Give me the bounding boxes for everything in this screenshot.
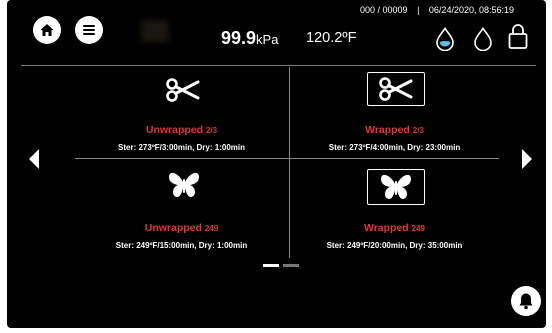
bell-icon: [519, 293, 533, 310]
wrapped-icon-frame: [367, 169, 425, 205]
cycle-title: Unwrapped 249: [75, 222, 288, 234]
cycle-card-unwrapped-instruments[interactable]: Unwrapped 2/3 Ster: 273ºF/3:00min, Dry: …: [75, 67, 288, 157]
butterfly-icon: [381, 174, 411, 199]
cycle-title: Unwrapped 2/3: [75, 124, 288, 136]
scissors-icon: [166, 78, 200, 102]
grid-divider-horizontal: [75, 158, 499, 159]
page-dot[interactable]: [263, 264, 279, 267]
home-icon: [40, 24, 54, 36]
cycle-card-wrapped-instruments[interactable]: Wrapped 2/3 Ster: 273ºF/4:00min, Dry: 23…: [290, 67, 499, 157]
next-page-arrow-icon[interactable]: [520, 148, 534, 170]
cycle-card-unwrapped-delicate[interactable]: Unwrapped 249 Ster: 249ºF/15:00min, Dry:…: [75, 160, 288, 258]
lock-icon[interactable]: [507, 22, 529, 50]
page-indicator: [263, 264, 299, 267]
cycle-card-wrapped-delicate[interactable]: Wrapped 249 Ster: 249ºF/20:00min, Dry: 3…: [290, 160, 499, 258]
water-level-icon[interactable]: [435, 27, 455, 51]
page-dot[interactable]: [283, 264, 299, 267]
pressure-readout: 99.9kPa: [221, 28, 278, 49]
cycle-name: Wrapped: [363, 222, 409, 234]
status-separator: |: [417, 5, 420, 15]
menu-button[interactable]: [75, 16, 103, 44]
cycle-count: 249: [411, 224, 425, 233]
home-button[interactable]: [33, 16, 61, 44]
menu-icon: [83, 25, 95, 35]
cycle-params: Ster: 273ºF/3:00min, Dry: 1:00min: [118, 143, 245, 152]
cycle-title: Wrapped 2/3: [290, 124, 499, 136]
cycle-name: Unwrapped: [145, 124, 204, 136]
header-divider: [21, 65, 536, 66]
water-drop-icon[interactable]: [473, 27, 493, 51]
status-indicator: [141, 20, 169, 42]
temperature-readout: 120.2ºF: [306, 30, 357, 46]
butterfly-icon: [169, 172, 199, 197]
wrapped-icon-frame: [367, 72, 425, 106]
cycle-params: Ster: 273ºF/4:00min, Dry: 23:00min: [328, 143, 461, 152]
datetime: 06/24/2020, 08:56:19: [428, 5, 514, 15]
scissors-icon: [379, 77, 413, 101]
cycle-params: Ster: 249ºF/15:00min, Dry: 1:00min: [115, 241, 248, 250]
cycle-counter: 000 / 00009: [360, 5, 408, 15]
cycle-params: Ster: 249ºF/20:00min, Dry: 35:00min: [326, 241, 463, 250]
cycle-name: Wrapped: [365, 124, 410, 136]
alarm-button[interactable]: [511, 286, 541, 316]
previous-page-arrow-icon[interactable]: [27, 148, 41, 170]
cycle-count: 2/3: [412, 126, 424, 135]
status-bar: 000 / 00009 | 06/24/2020, 08:56:19: [360, 5, 514, 15]
cycle-count: 2/3: [205, 126, 218, 135]
cycle-title: Wrapped 249: [290, 222, 499, 234]
pressure-unit: kPa: [256, 32, 279, 47]
pressure-value: 99.9: [221, 28, 257, 48]
touch-screen: 99.9kPa 120.2ºF 000 / 00009 | 06/24/2020…: [7, 0, 546, 328]
cycle-count: 249: [204, 224, 219, 233]
cycle-name: Unwrapped: [144, 222, 202, 234]
